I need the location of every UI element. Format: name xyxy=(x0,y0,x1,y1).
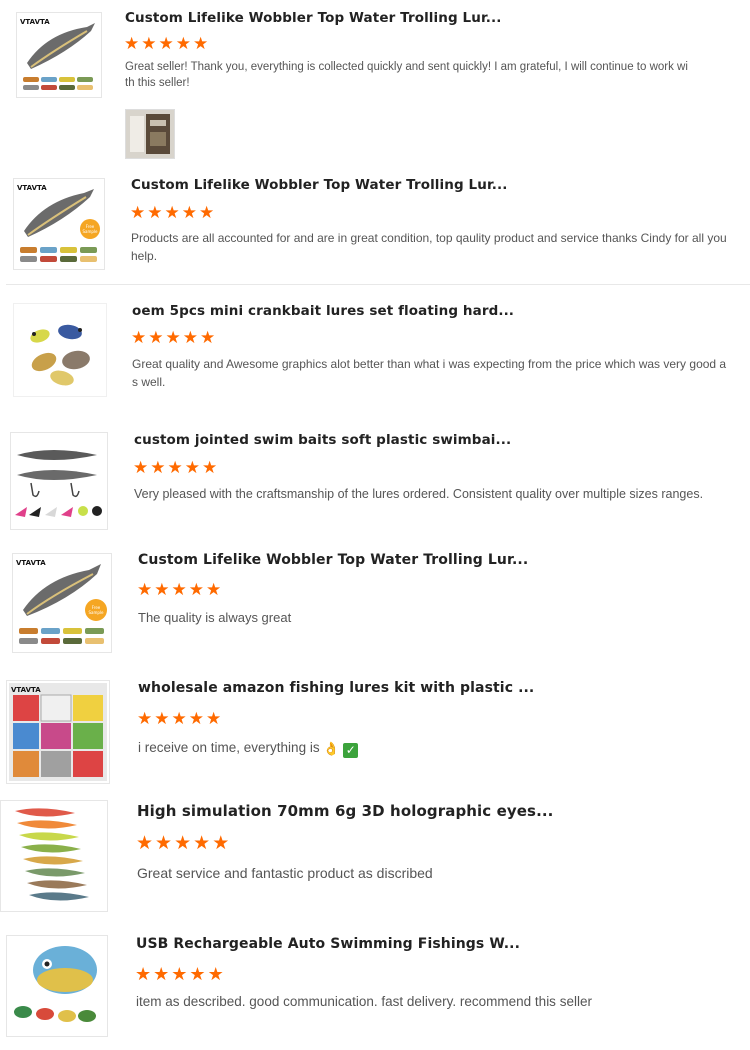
star-rating: ★ ★ ★ ★ ★ xyxy=(137,582,221,599)
star-icon: ★ xyxy=(184,458,200,478)
star-icon: ★ xyxy=(124,34,140,54)
star-icon: ★ xyxy=(148,328,164,348)
check-mark-icon: ✓ xyxy=(343,743,359,758)
divider xyxy=(6,284,750,285)
brand-logo: VTAVTA xyxy=(11,686,41,694)
star-icon: ★ xyxy=(199,203,215,223)
product-title[interactable]: Custom Lifelike Wobbler Top Water Trolli… xyxy=(131,177,507,193)
review-text: Very pleased with the craftsmanship of t… xyxy=(134,487,704,501)
star-rating: ★ ★ ★ ★ ★ xyxy=(137,711,221,728)
star-icon: ★ xyxy=(171,964,188,985)
star-icon: ★ xyxy=(131,328,147,348)
brand-logo: VTAVTA xyxy=(20,18,50,26)
star-icon: ★ xyxy=(150,458,166,478)
star-icon: ★ xyxy=(193,34,209,54)
review-text-content: i receive on time, everything is xyxy=(138,740,320,755)
product-thumbnail[interactable] xyxy=(0,800,108,912)
star-icon: ★ xyxy=(175,34,191,54)
star-icon: ★ xyxy=(141,34,157,54)
star-rating: ★ ★ ★ ★ ★ xyxy=(133,460,217,477)
star-icon: ★ xyxy=(188,580,204,600)
star-icon: ★ xyxy=(188,709,204,729)
svg-text:Sample: Sample xyxy=(83,229,99,234)
product-title[interactable]: wholesale amazon fishing lures kit with … xyxy=(138,680,534,696)
product-title[interactable]: custom jointed swim baits soft plastic s… xyxy=(134,432,511,448)
product-thumbnail[interactable]: VTAVTA Free Sample xyxy=(12,553,112,653)
review-text: Great seller! Thank you, everything is c… xyxy=(125,61,688,89)
ok-hand-icon: 👌 xyxy=(323,741,340,756)
star-icon: ★ xyxy=(137,709,153,729)
star-icon: ★ xyxy=(206,709,222,729)
star-icon: ★ xyxy=(154,580,170,600)
star-icon: ★ xyxy=(171,709,187,729)
star-icon: ★ xyxy=(147,203,163,223)
product-title[interactable]: oem 5pcs mini crankbait lures set floati… xyxy=(132,303,514,319)
star-icon: ★ xyxy=(155,832,173,854)
brand-logo: VTAVTA xyxy=(16,559,46,567)
star-rating: ★ ★ ★ ★ ★ xyxy=(135,964,224,985)
product-title[interactable]: Custom Lifelike Wobbler Top Water Trolli… xyxy=(125,10,501,26)
star-icon: ★ xyxy=(171,580,187,600)
svg-text:Sample: Sample xyxy=(89,610,105,615)
product-title[interactable]: High simulation 70mm 6g 3D holographic e… xyxy=(137,802,553,820)
review-photo[interactable] xyxy=(125,109,175,159)
star-icon: ★ xyxy=(158,34,174,54)
star-icon: ★ xyxy=(154,709,170,729)
product-title[interactable]: USB Rechargeable Auto Swimming Fishings … xyxy=(136,936,520,952)
star-rating: ★ ★ ★ ★ ★ xyxy=(130,205,214,222)
star-icon: ★ xyxy=(165,328,181,348)
star-icon: ★ xyxy=(206,580,222,600)
review-text: Great quality and Awesome graphics alot … xyxy=(132,357,727,389)
star-icon: ★ xyxy=(136,832,154,854)
star-icon: ★ xyxy=(137,580,153,600)
review-text: Great service and fantastic product as d… xyxy=(137,865,433,881)
star-rating: ★ ★ ★ ★ ★ xyxy=(124,36,208,53)
star-icon: ★ xyxy=(202,458,218,478)
product-title[interactable]: Custom Lifelike Wobbler Top Water Trolli… xyxy=(138,552,528,568)
product-thumbnail[interactable]: VTAVTA xyxy=(6,680,110,784)
review-text: The quality is always great xyxy=(138,610,292,625)
product-thumbnail[interactable] xyxy=(6,935,108,1037)
product-thumbnail[interactable] xyxy=(13,303,107,397)
star-rating: ★ ★ ★ ★ ★ xyxy=(131,330,215,347)
star-icon: ★ xyxy=(135,964,152,985)
review-text: i receive on time, everything is 👌 ✓ xyxy=(138,738,738,758)
star-icon: ★ xyxy=(133,458,149,478)
product-thumbnail[interactable]: VTAVTA xyxy=(16,12,102,98)
star-icon: ★ xyxy=(167,458,183,478)
star-icon: ★ xyxy=(182,328,198,348)
product-thumbnail[interactable]: VTAVTA Free Sample xyxy=(13,178,105,270)
star-icon: ★ xyxy=(164,203,180,223)
star-icon: ★ xyxy=(174,832,192,854)
star-icon: ★ xyxy=(212,832,230,854)
star-icon: ★ xyxy=(189,964,206,985)
star-icon: ★ xyxy=(181,203,197,223)
review-text: item as described. good communication. f… xyxy=(136,994,592,1009)
product-thumbnail[interactable] xyxy=(10,432,108,530)
review-text: Products are all accounted for and are i… xyxy=(131,231,727,263)
star-icon: ★ xyxy=(153,964,170,985)
brand-logo: VTAVTA xyxy=(17,184,47,192)
star-icon: ★ xyxy=(207,964,224,985)
star-icon: ★ xyxy=(200,328,216,348)
star-icon: ★ xyxy=(193,832,211,854)
star-rating: ★ ★ ★ ★ ★ xyxy=(136,832,230,854)
star-icon: ★ xyxy=(130,203,146,223)
